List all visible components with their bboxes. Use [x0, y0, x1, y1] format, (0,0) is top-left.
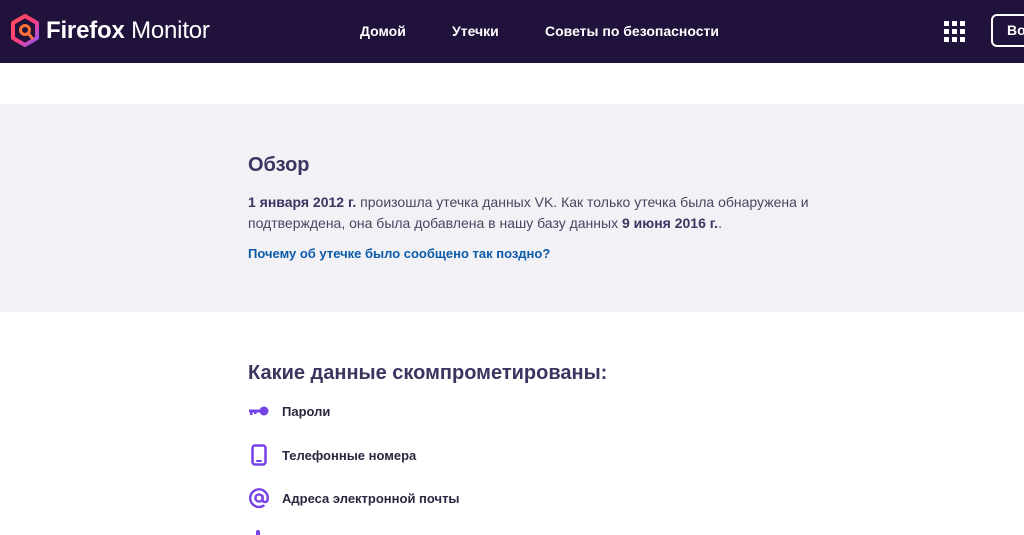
- compromised-item-passwords: Пароли: [248, 399, 330, 423]
- logo-text: Firefox Monitor: [46, 14, 210, 48]
- overview-title: Обзор: [248, 154, 310, 176]
- compromised-item-label: Адреса электронной почты: [282, 490, 460, 506]
- nav-security-tips[interactable]: Советы по безопасности: [545, 22, 719, 40]
- added-date: 9 июня 2016 г.: [621, 215, 719, 231]
- compromised-data-title: Какие данные скомпрометированы:: [248, 362, 608, 384]
- compromised-item-phones: Телефонные номера: [248, 443, 416, 467]
- nav-home[interactable]: Домой: [360, 22, 406, 40]
- nav-breaches[interactable]: Утечки: [452, 22, 499, 40]
- compromised-item-label: Пароли: [282, 403, 331, 419]
- firefox-monitor-logo-icon: [11, 14, 39, 47]
- compromised-item-emails: Адреса электронной почты: [248, 486, 460, 510]
- why-reported-late-link[interactable]: Почему об утечке было сообщено так поздн…: [248, 246, 550, 261]
- at-icon: [248, 487, 270, 509]
- compromised-item-label: Телефонные номера: [282, 447, 417, 463]
- overview-text: 1 января 2012 г. произошла утечка данных…: [248, 192, 828, 234]
- apps-grid-icon[interactable]: [944, 21, 965, 42]
- logo-text-monitor: Monitor: [131, 17, 210, 44]
- user-icon: [256, 530, 260, 535]
- site-header: Firefox Monitor Домой Утечки Советы по б…: [0, 0, 1024, 63]
- overview-text-part-2: .: [718, 215, 722, 231]
- breach-date: 1 января 2012 г.: [248, 194, 357, 210]
- phone-icon: [248, 444, 270, 466]
- firefox-monitor-logo[interactable]: Firefox Monitor: [10, 14, 210, 48]
- overview-section: Обзор 1 января 2012 г. произошла утечка …: [0, 104, 1024, 312]
- key-icon: [248, 400, 270, 422]
- login-button[interactable]: Войти: [991, 14, 1024, 47]
- logo-text-firefox: Firefox: [46, 17, 125, 44]
